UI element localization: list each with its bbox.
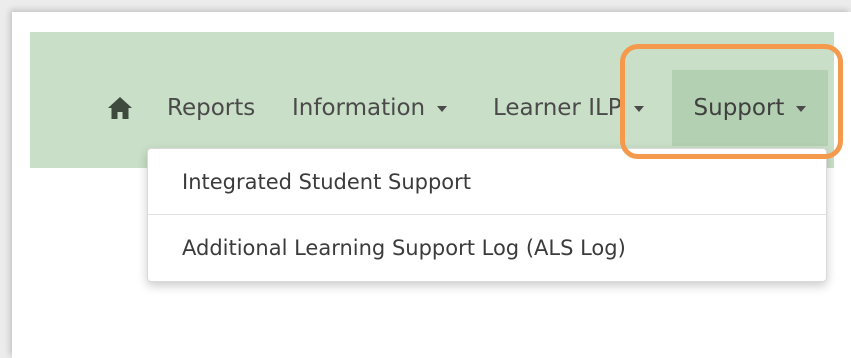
nav-support[interactable]: Support	[672, 70, 828, 146]
nav-reports[interactable]: Reports	[167, 70, 255, 146]
nav-home[interactable]	[104, 70, 136, 146]
chevron-down-icon	[633, 106, 644, 112]
menu-item-label: Additional Learning Support Log (ALS Log…	[182, 236, 626, 260]
support-dropdown-menu: Integrated Student Support Additional Le…	[147, 148, 827, 282]
nav-learner-ilp[interactable]: Learner ILP	[493, 70, 644, 146]
nav-learner-ilp-label: Learner ILP	[493, 95, 622, 121]
chevron-down-icon	[796, 106, 807, 112]
menu-item-integrated-student-support[interactable]: Integrated Student Support	[148, 149, 826, 215]
menu-item-als-log[interactable]: Additional Learning Support Log (ALS Log…	[148, 215, 826, 281]
nav-reports-label: Reports	[167, 95, 256, 121]
menu-item-label: Integrated Student Support	[182, 169, 472, 194]
nav-information[interactable]: Information	[292, 70, 448, 146]
home-icon	[108, 97, 132, 119]
nav-support-label: Support	[693, 95, 785, 121]
chevron-down-icon	[437, 106, 448, 112]
nav-information-label: Information	[292, 95, 426, 121]
